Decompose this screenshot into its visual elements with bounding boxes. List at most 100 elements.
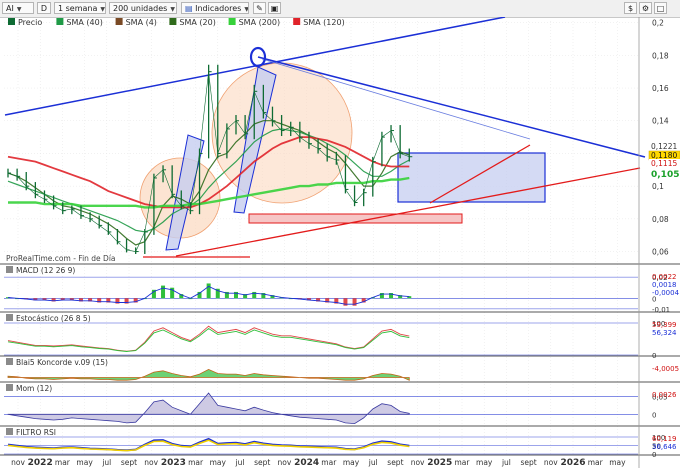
macd-histogram-bar [161, 285, 166, 299]
settings-icon[interactable]: ⚙ [639, 2, 652, 14]
panel-legend: FILTRO RSI [16, 428, 56, 437]
x-tick-label: 2026 [560, 458, 585, 468]
x-tick-label: mar [455, 458, 471, 467]
x-tick-label: nov [11, 458, 25, 467]
units-selector[interactable]: 200 unidades ▼ [109, 2, 177, 14]
x-tick-label: nov [544, 458, 558, 467]
legend-swatch [169, 18, 177, 25]
consolidation-box [397, 152, 546, 203]
panel-legend: MACD (12 26 9) [16, 266, 75, 275]
x-tick-label: may [476, 458, 493, 467]
x-tick-label: sept [387, 458, 403, 467]
chevron-down-icon: ▼ [170, 6, 175, 13]
money-icon[interactable]: $ [624, 2, 637, 14]
indicators-icon: ▤ [185, 4, 193, 13]
legend-entry: SMA (20) [179, 18, 215, 27]
y-tick-label: 0,18 [652, 51, 669, 60]
x-tick-label: may [76, 458, 93, 467]
toolbar: AI ▼ D 1 semana ▼ 200 unidades ▼ ▤ Indicado… [0, 0, 680, 18]
x-tick-label: mar [55, 458, 71, 467]
chevron-down-icon: ▼ [100, 6, 106, 13]
legend-swatch [56, 18, 64, 25]
x-tick-label: nov [144, 458, 158, 467]
x-tick-label: may [609, 458, 626, 467]
x-tick-label: jul [501, 458, 511, 467]
chevron-down-icon: ▼ [16, 6, 22, 13]
panel-last-value: 60,119 [652, 435, 677, 443]
x-tick-label: sept [520, 458, 536, 467]
x-tick-label: nov [411, 458, 425, 467]
last-value-label: 0,1115 [651, 159, 677, 168]
indicators-button[interactable]: ▤ Indicadores ▼ [181, 2, 249, 14]
panel-y-tick: 0 [652, 352, 656, 360]
macd-histogram-bar [206, 283, 211, 299]
x-tick-label: sept [121, 458, 137, 467]
panel-legend-swatch [6, 384, 13, 391]
timeframe-label: 1 semana [58, 4, 98, 13]
panel-y-tick: 0 [652, 411, 656, 419]
indicator-area [7, 368, 410, 381]
x-tick-label: may [210, 458, 227, 467]
properties-icon[interactable]: ▣ [268, 2, 281, 14]
x-tick-label: jul [368, 458, 378, 467]
last-value-label: 0,1053 [651, 170, 680, 180]
x-tick-label: 2022 [28, 458, 53, 468]
panel-last-value: 0,0022 [652, 273, 677, 281]
panel-last-value: 59,399 [652, 321, 677, 329]
legend-entry: SMA (200) [239, 18, 281, 27]
legend-entry: SMA (40) [66, 18, 102, 27]
panel-last-value: 0,0026 [652, 391, 677, 399]
last-value-label: 0,1221 [651, 142, 677, 151]
x-tick-label: may [343, 458, 360, 467]
panel-last-value: 0,0018 [652, 281, 677, 289]
symbol-selector[interactable]: AI ▼ [2, 2, 34, 14]
y-tick-label: 0,16 [652, 84, 669, 93]
units-label: 200 unidades [113, 4, 168, 13]
panel-y-tick: -0,01 [652, 306, 670, 314]
symbol-label: AI [6, 4, 14, 13]
indicator-line [7, 325, 410, 352]
axes: nov 2022 mar may jul sept nov 2023 mar may jul sept… [11, 17, 680, 468]
annotations [4, 17, 646, 258]
legend-entry: SMA (4) [126, 18, 157, 27]
period-button[interactable]: D [37, 2, 51, 14]
panel-legend: Estocástico (26 8 5) [16, 314, 91, 323]
panel-legend-swatch [6, 358, 13, 365]
indicator-signal-line [7, 327, 410, 352]
indicators-label: Indicadores [195, 4, 242, 13]
legend-entry: SMA (120) [303, 18, 345, 27]
legend-swatch [8, 18, 15, 25]
x-tick-label: 2023 [161, 458, 186, 468]
legend-swatch [293, 18, 301, 25]
x-tick-label: 2025 [427, 458, 452, 468]
panel-legend: Blai5 Koncorde v.09 (15) [16, 358, 108, 367]
x-tick-label: 2024 [294, 458, 319, 468]
x-tick-label: mar [321, 458, 337, 467]
y-tick-label: 0,1 [652, 182, 664, 191]
y-tick-label: 0,06 [652, 248, 669, 257]
legend-entry: Precio [18, 18, 42, 27]
maximize-icon[interactable]: □ [654, 2, 667, 14]
chart-area[interactable]: nov 2022 mar may jul sept nov 2023 mar may jul sept… [0, 17, 680, 468]
x-tick-label: mar [188, 458, 204, 467]
legend-swatch [228, 18, 236, 25]
x-tick-label: sept [254, 458, 270, 467]
chevron-down-icon: ▼ [244, 6, 249, 13]
panel-last-value: -0,0004 [652, 289, 680, 297]
draw-tool-icon[interactable]: ✎ [253, 2, 266, 14]
x-tick-label: mar [588, 458, 604, 467]
panel-legend-swatch [6, 314, 13, 321]
panel-last-value: -4,0005 [652, 365, 679, 373]
x-tick-label: nov [278, 458, 292, 467]
legend-swatch [115, 18, 123, 25]
x-tick-label: jul [235, 458, 245, 467]
price-series [7, 64, 413, 255]
y-tick-label: 0,2 [652, 19, 664, 28]
panel-legend: Mom (12) [16, 384, 52, 393]
timeframe-selector[interactable]: 1 semana ▼ [54, 2, 106, 14]
panel-y-tick: 0 [652, 451, 656, 459]
indicator-area [7, 392, 410, 425]
panel-last-value: 56,324 [652, 329, 677, 337]
panel-last-value: 36,646 [652, 443, 677, 451]
panel-legend-swatch [6, 428, 13, 435]
